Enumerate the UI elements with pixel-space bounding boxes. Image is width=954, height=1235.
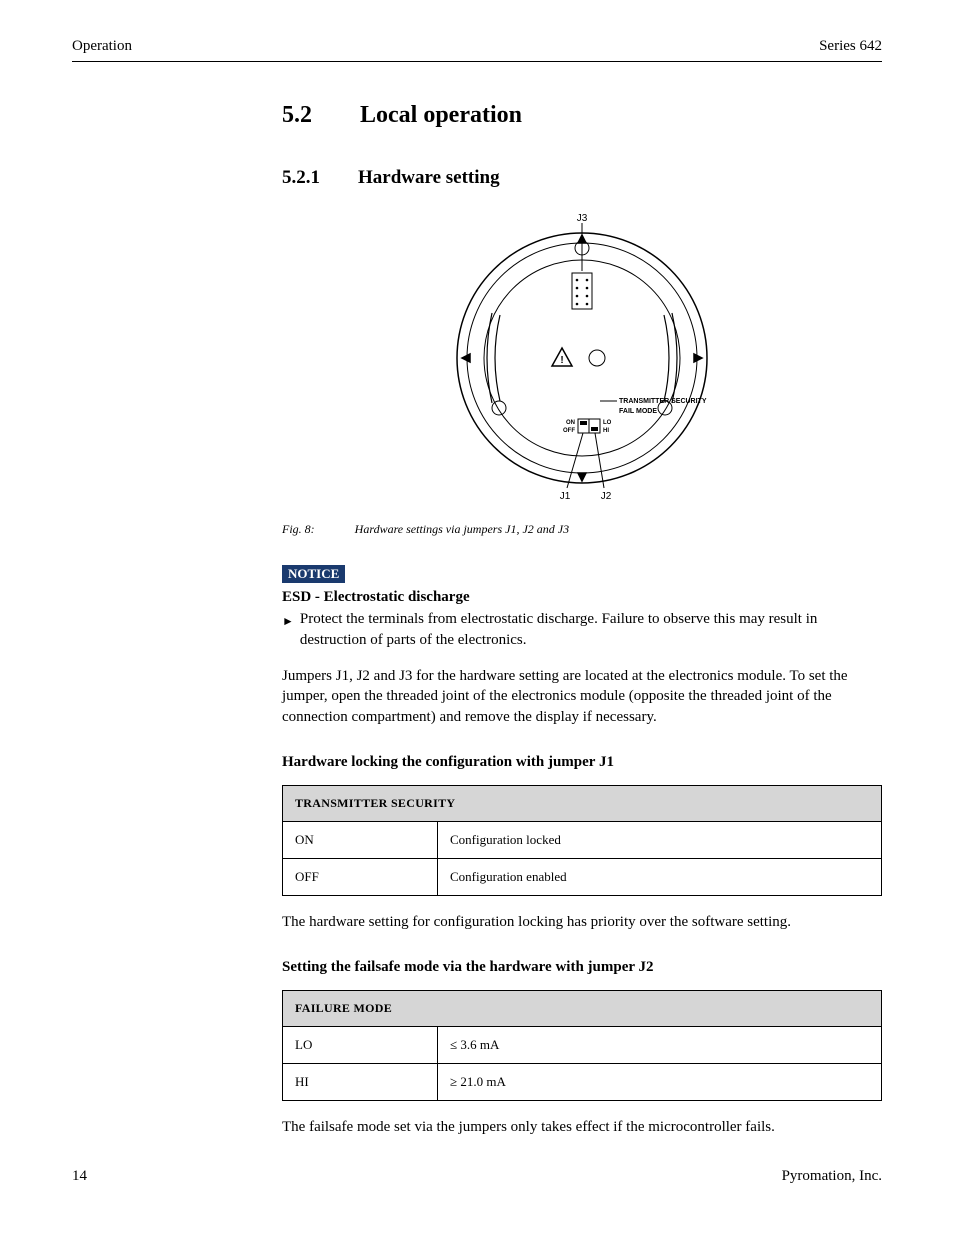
table-cell: ≤ 3.6 mA <box>438 1026 882 1063</box>
page: Operation Series 642 5.2 Local operation… <box>0 0 954 1235</box>
table-failure-mode: FAILURE MODE LO ≤ 3.6 mA HI ≥ 21.0 mA <box>282 990 882 1101</box>
svg-text:!: ! <box>560 355 563 366</box>
notice-bullet: Protect the terminals from electrostatic… <box>282 609 882 650</box>
header-right: Series 642 <box>819 38 882 55</box>
heading-j2: Setting the failsafe mode via the hardwa… <box>282 959 882 976</box>
figure-label-j3: J3 <box>577 213 588 224</box>
figure-text-lo: LO <box>603 420 612 426</box>
figure-text-failmode: FAIL MODE <box>619 408 657 415</box>
hardware-diagram-icon: J3 ! TRANSMITTER SECURITY FAIL MODE <box>382 213 782 503</box>
table-cell: ON <box>283 821 438 858</box>
section-title: Local operation <box>360 102 522 129</box>
running-header: Operation Series 642 <box>72 38 882 62</box>
notice-title: ESD - Electrostatic discharge <box>282 587 882 607</box>
figure-text-off: OFF <box>563 428 575 434</box>
paragraph-failsafe: The failsafe mode set via the jumpers on… <box>282 1117 882 1138</box>
figure-label-j2: J2 <box>601 491 612 502</box>
table-cell: LO <box>283 1026 438 1063</box>
company-name: Pyromation, Inc. <box>782 1168 882 1185</box>
table-cell: ≥ 21.0 mA <box>438 1063 882 1100</box>
figure-caption-text: Hardware settings via jumpers J1, J2 and… <box>355 522 569 537</box>
table-cell: Configuration locked <box>438 821 882 858</box>
figure-8: J3 ! TRANSMITTER SECURITY FAIL MODE <box>282 213 882 537</box>
section-number: 5.2 <box>282 102 312 129</box>
section-heading: 5.2 Local operation <box>282 102 882 129</box>
header-left: Operation <box>72 38 132 55</box>
content-column: 5.2 Local operation 5.2.1 Hardware setti… <box>72 102 882 1137</box>
figure-label-j1: J1 <box>560 491 571 502</box>
table-j1-header: TRANSMITTER SECURITY <box>283 785 882 821</box>
subsection-heading: 5.2.1 Hardware setting <box>282 167 882 189</box>
figure-caption: Fig. 8: Hardware settings via jumpers J1… <box>282 522 882 537</box>
figure-text-on: ON <box>566 420 575 426</box>
arrow-icon <box>282 609 294 650</box>
notice-text: Protect the terminals from electrostatic… <box>300 609 882 650</box>
paragraph-jumpers: Jumpers J1, J2 and J3 for the hardware s… <box>282 666 882 728</box>
table-row: OFF Configuration enabled <box>283 858 882 895</box>
table-row: ON Configuration locked <box>283 821 882 858</box>
table-cell: HI <box>283 1063 438 1100</box>
figure-caption-number: Fig. 8: <box>282 522 315 537</box>
page-footer: 14 Pyromation, Inc. <box>72 1168 882 1185</box>
notice-badge: NOTICE <box>282 565 345 583</box>
table-transmitter-security: TRANSMITTER SECURITY ON Configuration lo… <box>282 785 882 896</box>
table-row: LO ≤ 3.6 mA <box>283 1026 882 1063</box>
table-cell: OFF <box>283 858 438 895</box>
paragraph-priority: The hardware setting for configuration l… <box>282 912 882 933</box>
page-number: 14 <box>72 1168 87 1185</box>
table-row: HI ≥ 21.0 mA <box>283 1063 882 1100</box>
figure-text-hi: HI <box>603 428 609 434</box>
figure-text-security: TRANSMITTER SECURITY <box>619 398 707 405</box>
table-j2-header: FAILURE MODE <box>283 990 882 1026</box>
subsection-title: Hardware setting <box>358 167 500 189</box>
table-cell: Configuration enabled <box>438 858 882 895</box>
subsection-number: 5.2.1 <box>282 167 320 189</box>
heading-j1: Hardware locking the configuration with … <box>282 754 882 771</box>
